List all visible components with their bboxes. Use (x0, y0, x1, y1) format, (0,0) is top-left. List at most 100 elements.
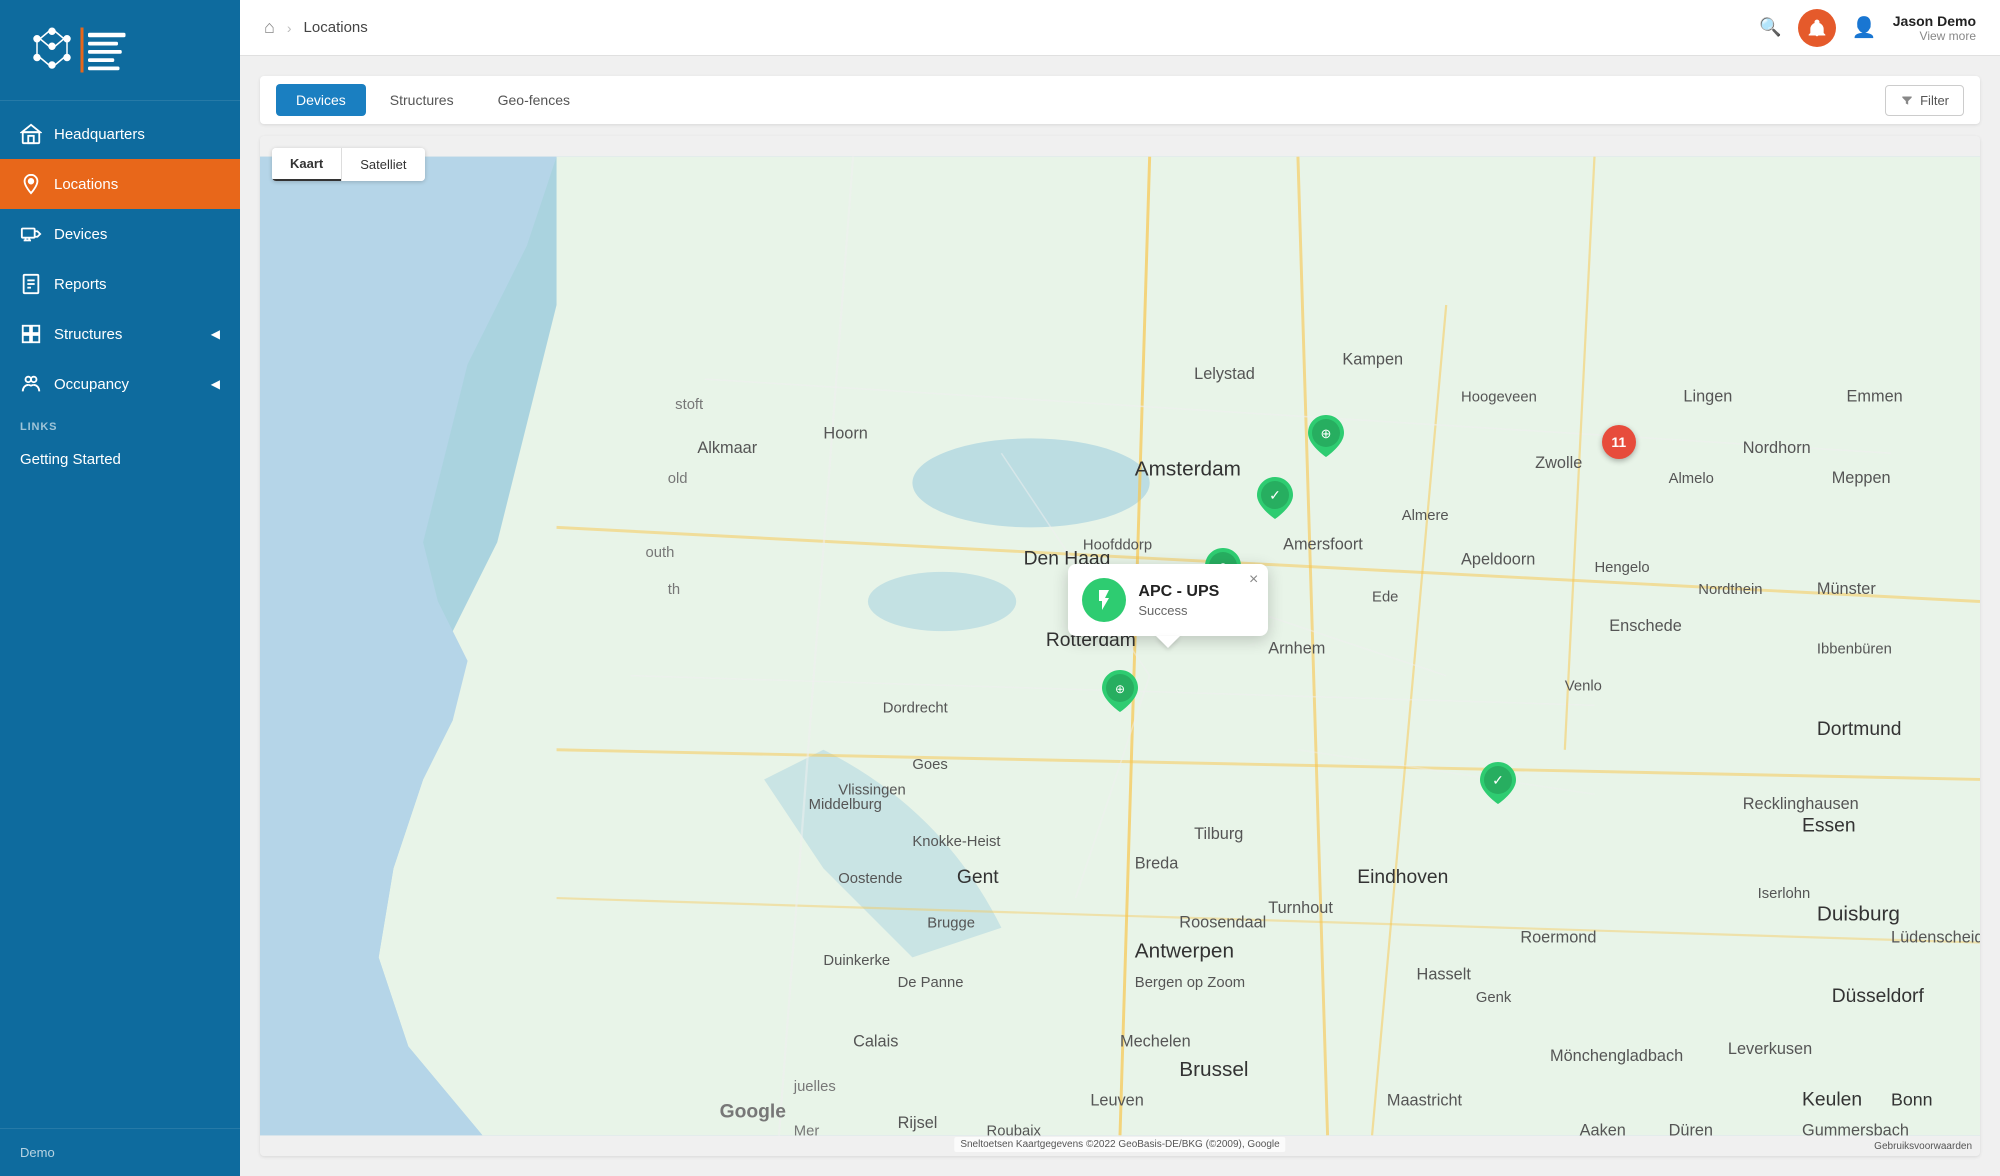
map-pin-amsterdam[interactable]: ⊕ (1308, 415, 1344, 462)
svg-text:Oostende: Oostende (838, 871, 902, 887)
sidebar-item-headquarters[interactable]: Headquarters (0, 109, 240, 159)
svg-text:Amersfoort: Amersfoort (1283, 536, 1363, 554)
svg-text:Alkmaar: Alkmaar (697, 439, 757, 457)
svg-text:Recklinghausen: Recklinghausen (1743, 795, 1859, 813)
sidebar-item-locations[interactable]: Locations (0, 159, 240, 209)
svg-text:Zwolle: Zwolle (1535, 454, 1582, 472)
sidebar-bottom: Demo (0, 1128, 240, 1176)
sidebar-item-occupancy[interactable]: Occupancy ◀ (0, 359, 240, 409)
svg-text:old: old (668, 471, 688, 487)
map-toggle-satelliet[interactable]: Satelliet (342, 148, 424, 181)
view-more-link[interactable]: View more (1920, 29, 1976, 43)
sidebar-item-devices[interactable]: Devices (0, 209, 240, 259)
map-popup: × APC - UPS Success (1068, 564, 1268, 636)
svg-text:Goes: Goes (912, 757, 947, 773)
svg-text:Nordhorn: Nordhorn (1743, 439, 1811, 457)
username: Jason Demo (1893, 13, 1976, 29)
svg-text:Amsterdam: Amsterdam (1135, 457, 1241, 480)
svg-text:Essen: Essen (1802, 815, 1856, 836)
links-section-label: LINKS (0, 409, 240, 437)
user-icon[interactable]: 👤 (1852, 15, 1877, 40)
svg-text:stoft: stoft (675, 397, 703, 413)
filter-label: Filter (1920, 93, 1949, 108)
tab-geo-fences[interactable]: Geo-fences (478, 84, 590, 116)
svg-text:Lüdenscheid: Lüdenscheid (1891, 929, 1980, 947)
map-terms[interactable]: Gebruiksvoorwaarden (1874, 1141, 1972, 1152)
map-cluster-zwolle[interactable]: 11 (1602, 425, 1636, 459)
sidebar-item-occupancy-label: Occupancy (54, 376, 129, 393)
popup-close-button[interactable]: × (1249, 572, 1258, 588)
svg-text:Mönchengladbach: Mönchengladbach (1550, 1047, 1683, 1065)
popup-info: APC - UPS Success (1138, 583, 1219, 618)
home-icon[interactable]: ⌂ (264, 17, 275, 38)
svg-text:De Panne: De Panne (898, 975, 964, 991)
svg-text:Duisburg: Duisburg (1817, 902, 1900, 925)
svg-text:Dordrecht: Dordrecht (883, 701, 948, 717)
popup-title: APC - UPS (1138, 583, 1219, 601)
tab-structures[interactable]: Structures (370, 84, 474, 116)
svg-text:Lingen: Lingen (1683, 387, 1732, 405)
sidebar-item-reports[interactable]: Reports (0, 259, 240, 309)
svg-text:Dortmund: Dortmund (1817, 719, 1902, 740)
map-view-toggle: Kaart Satelliet (272, 148, 425, 181)
demo-label: Demo (20, 1145, 55, 1160)
svg-text:Maastricht: Maastricht (1387, 1092, 1463, 1110)
svg-text:⊕: ⊕ (1115, 682, 1125, 696)
map-container: Kaart Satelliet (260, 136, 1980, 1156)
svg-text:Ede: Ede (1372, 590, 1398, 606)
svg-text:Leverkusen: Leverkusen (1728, 1040, 1812, 1058)
svg-text:Düren: Düren (1669, 1121, 1713, 1139)
svg-text:Leuven: Leuven (1090, 1092, 1143, 1110)
svg-text:Hengelo: Hengelo (1594, 560, 1649, 576)
sidebar-navigation: Headquarters Locations Devices (0, 101, 240, 1128)
popup-status: Success (1138, 603, 1219, 618)
popup-device-icon (1082, 578, 1126, 622)
map-toggle-kaart[interactable]: Kaart (272, 148, 341, 181)
filter-button[interactable]: Filter (1885, 85, 1964, 116)
content-area: Devices Structures Geo-fences Filter Kaa… (240, 56, 2000, 1176)
map-svg: Amsterdam Den Haag Rotterdam Utrecht Arn… (260, 136, 1980, 1156)
getting-started-label: Getting Started (20, 451, 121, 468)
sidebar-item-headquarters-label: Headquarters (54, 126, 145, 143)
svg-text:Münster: Münster (1817, 580, 1876, 598)
tab-bar: Devices Structures Geo-fences Filter (260, 76, 1980, 124)
svg-text:Antwerpen: Antwerpen (1135, 939, 1234, 962)
search-icon[interactable]: 🔍 (1759, 17, 1781, 38)
svg-text:Gummersbach: Gummersbach (1802, 1121, 1909, 1139)
sidebar-item-reports-label: Reports (54, 276, 107, 293)
notification-bell[interactable] (1798, 9, 1836, 47)
svg-text:Eindhoven: Eindhoven (1357, 867, 1448, 888)
structures-expand-icon: ◀ (211, 327, 220, 341)
svg-text:Hoogeveen: Hoogeveen (1461, 389, 1537, 405)
svg-text:Roosendaal: Roosendaal (1179, 914, 1266, 932)
tab-devices[interactable]: Devices (276, 84, 366, 116)
map-attribution: Sneltoetsen Kaartgegevens ©2022 GeoBasis… (954, 1137, 1285, 1152)
sidebar-item-structures[interactable]: Structures ◀ (0, 309, 240, 359)
svg-text:Roermond: Roermond (1520, 929, 1596, 947)
map-pin-eindhoven[interactable]: ✓ (1480, 762, 1516, 809)
svg-text:✓: ✓ (1493, 772, 1505, 788)
svg-text:Emmen: Emmen (1847, 387, 1903, 405)
svg-text:Knokke-Heist: Knokke-Heist (912, 834, 1000, 850)
svg-text:Almere: Almere (1402, 508, 1449, 524)
svg-text:Breda: Breda (1135, 854, 1179, 872)
svg-text:Hoofddorp: Hoofddorp (1083, 538, 1152, 554)
svg-text:Mechelen: Mechelen (1120, 1032, 1191, 1050)
main-area: ⌂ › Locations 🔍 👤 Jason Demo View more D… (240, 0, 2000, 1176)
svg-text:Hasselt: Hasselt (1417, 966, 1472, 984)
map-pin-hoofddorp[interactable]: ✓ (1257, 477, 1293, 524)
svg-text:Turnhout: Turnhout (1268, 899, 1333, 917)
svg-text:Genk: Genk (1476, 990, 1512, 1006)
svg-text:Apeldoorn: Apeldoorn (1461, 550, 1535, 568)
svg-text:Brugge: Brugge (927, 916, 975, 932)
map-pin-zeeland[interactable]: ⊕ (1102, 670, 1138, 717)
svg-text:Vlissingen: Vlissingen (838, 782, 906, 798)
svg-text:Rijsel: Rijsel (898, 1114, 938, 1132)
svg-text:Middelburg: Middelburg (809, 797, 882, 813)
cluster-count: 11 (1611, 434, 1626, 450)
sidebar: Headquarters Locations Devices (0, 0, 240, 1176)
sidebar-item-getting-started[interactable]: Getting Started (0, 437, 240, 482)
svg-text:Enschede: Enschede (1609, 617, 1681, 635)
svg-text:Venlo: Venlo (1565, 678, 1602, 694)
user-info: Jason Demo View more (1893, 13, 1976, 43)
